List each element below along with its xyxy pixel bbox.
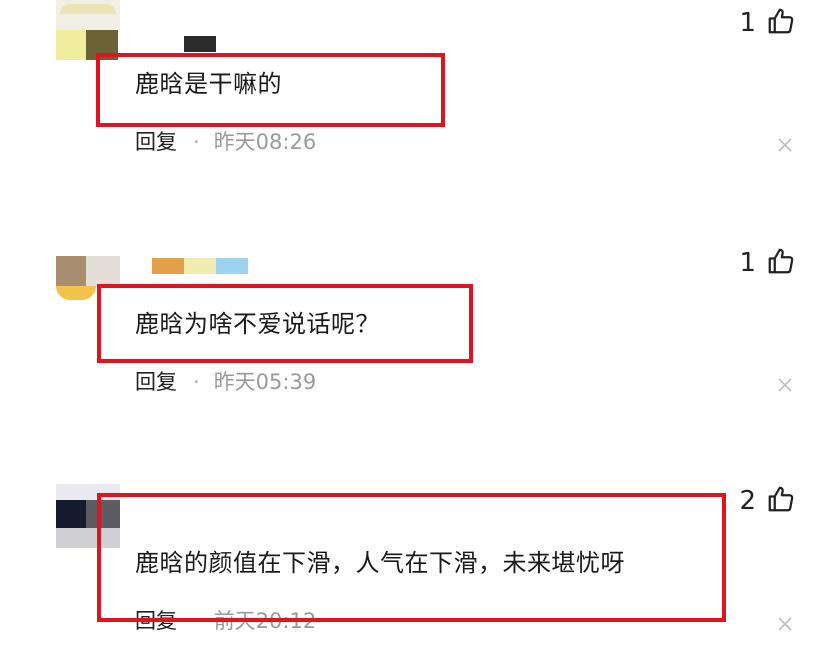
reply-button[interactable]: 回复: [135, 370, 177, 394]
comment-text: 鹿晗是干嘛的: [135, 70, 282, 98]
thumbs-up-icon: [766, 6, 796, 40]
comment-text: 鹿晗为啥不爱说话呢？: [135, 310, 380, 338]
thumbs-up-icon: [766, 484, 796, 518]
close-icon[interactable]: [778, 616, 792, 635]
avatar[interactable]: [56, 0, 120, 64]
close-icon[interactable]: [778, 377, 792, 396]
comment-meta: 回复 · 昨天08:26: [135, 126, 316, 156]
like-count: 1: [739, 248, 756, 278]
comment-time: 昨天08:26: [213, 130, 317, 154]
like-button[interactable]: 1: [739, 246, 796, 280]
close-icon[interactable]: [778, 137, 792, 156]
like-button[interactable]: 2: [739, 484, 796, 518]
meta-separator: ·: [193, 609, 200, 633]
meta-separator: ·: [193, 370, 200, 394]
like-count: 1: [739, 8, 756, 38]
comment-time: 昨天05:39: [213, 370, 317, 394]
comment-meta: 回复 · 昨天05:39: [135, 366, 316, 396]
thumbs-up-icon: [766, 246, 796, 280]
like-count: 2: [739, 486, 756, 516]
comment-meta: 回复 · 前天20:12: [135, 605, 316, 635]
avatar[interactable]: [56, 484, 120, 548]
reply-button[interactable]: 回复: [135, 130, 177, 154]
reply-button[interactable]: 回复: [135, 609, 177, 633]
comment-text: 鹿晗的颜值在下滑，人气在下滑，未来堪忧呀: [135, 549, 625, 577]
avatar[interactable]: [56, 256, 120, 320]
comment-time: 前天20:12: [213, 609, 317, 633]
like-button[interactable]: 1: [739, 6, 796, 40]
meta-separator: ·: [193, 130, 200, 154]
